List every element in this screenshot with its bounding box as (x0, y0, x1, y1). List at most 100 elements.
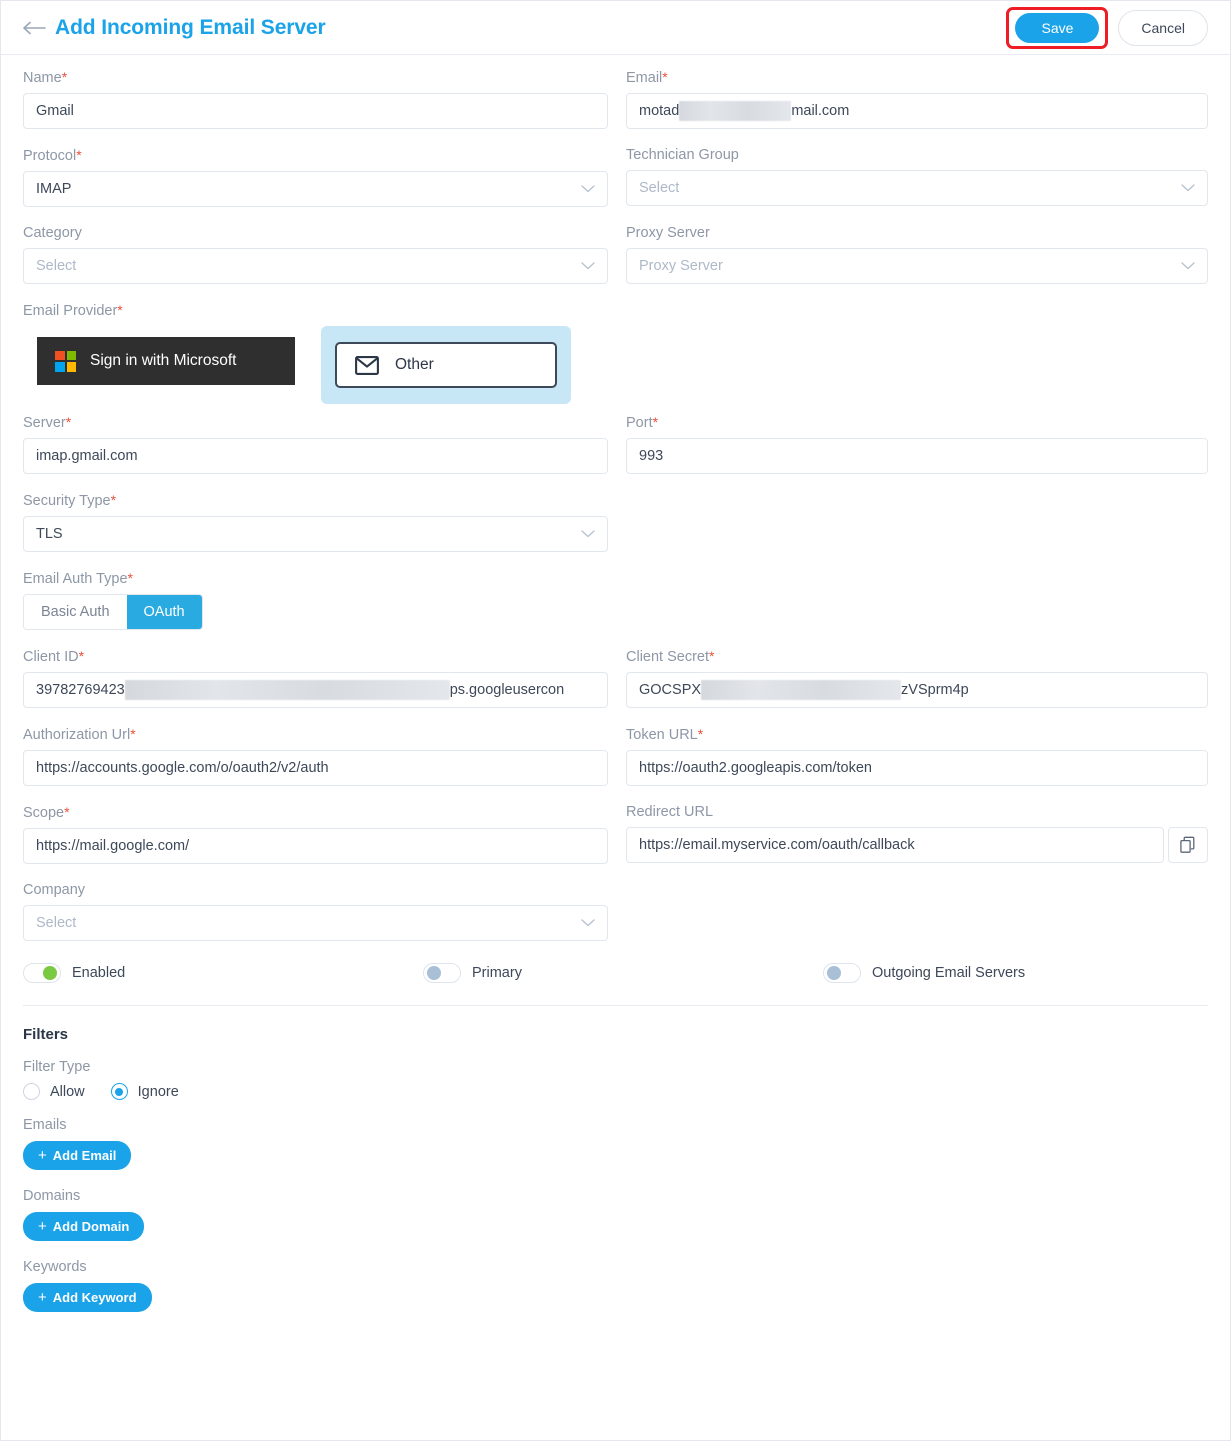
toggle-primary[interactable]: Primary (423, 963, 823, 983)
filter-type-label: Filter Type (23, 1059, 91, 1075)
domains-block: Domains + Add Domain (23, 1188, 1208, 1241)
keywords-label: Keywords (23, 1259, 87, 1275)
toggle-row: Enabled Primary Outgoing Email Servers (23, 963, 1208, 983)
field-client-secret: Client Secret* GOCSPX zVSprm4p (626, 648, 1208, 708)
technician-group-select[interactable]: Select (626, 170, 1208, 206)
token-url-input[interactable]: https://oauth2.googleapis.com/token (626, 750, 1208, 786)
microsoft-button-label: Sign in with Microsoft (90, 352, 237, 369)
toggle-enabled-switch[interactable] (23, 963, 61, 983)
email-auth-type-label: Email Auth Type* (23, 570, 133, 587)
company-label: Company (23, 882, 86, 898)
add-email-button[interactable]: + Add Email (23, 1141, 132, 1170)
chevron-down-icon (581, 530, 595, 538)
scope-input[interactable]: https://mail.google.com/ (23, 828, 608, 864)
field-protocol: Protocol* IMAP (23, 147, 608, 207)
email-label: Email* (626, 69, 668, 86)
add-incoming-email-server-page: Add Incoming Email Server Save Cancel Na… (0, 0, 1231, 1441)
arrow-left-icon[interactable] (23, 18, 49, 38)
toggle-primary-switch[interactable] (423, 963, 461, 983)
field-email-auth-type: Email Auth Type* Basic Auth OAuth (23, 570, 608, 630)
company-placeholder: Select (36, 915, 77, 931)
server-input[interactable]: imap.gmail.com (23, 438, 608, 474)
field-technician-group: Technician Group Select (626, 147, 1208, 207)
security-type-label: Security Type* (23, 492, 117, 509)
field-email-provider: Email Provider* Sign in with Microsoft O… (23, 302, 1208, 404)
plus-icon: + (38, 1147, 47, 1164)
category-select[interactable]: Select (23, 248, 608, 284)
redirect-url-value: https://email.myservice.com/oauth/callba… (639, 837, 915, 853)
copy-icon[interactable] (1168, 827, 1208, 863)
technician-group-label: Technician Group (626, 147, 739, 163)
keywords-block: Keywords + Add Keyword (23, 1259, 1208, 1312)
toggle-primary-label: Primary (472, 965, 522, 981)
save-button[interactable]: Save (1015, 12, 1100, 43)
client-id-input[interactable]: 39782769423 ps.googleusercon (23, 672, 608, 708)
tab-oauth[interactable]: OAuth (126, 595, 202, 629)
security-type-select[interactable]: TLS (23, 516, 608, 552)
add-domain-label: Add Domain (52, 1219, 130, 1234)
form-grid: Name* Gmail Email* motad mail.com Protoc… (23, 69, 1208, 959)
toggle-outgoing-email-servers[interactable]: Outgoing Email Servers (823, 963, 1025, 983)
form-body: Name* Gmail Email* motad mail.com Protoc… (1, 55, 1230, 1312)
other-provider-button[interactable]: Other (335, 342, 557, 388)
radio-ignore[interactable]: Ignore (110, 1083, 179, 1100)
filters-section: Filters Filter Type Allow Ignore Emails (23, 1026, 1208, 1312)
client-secret-redacted-mask (701, 680, 902, 700)
envelope-icon (355, 355, 379, 375)
filter-type-radio-group: Allow Ignore (23, 1083, 1208, 1100)
add-keyword-button[interactable]: + Add Keyword (23, 1283, 152, 1312)
category-label: Category (23, 225, 82, 241)
toggle-enabled[interactable]: Enabled (23, 963, 423, 983)
add-email-label: Add Email (52, 1148, 117, 1163)
redirect-url-input[interactable]: https://email.myservice.com/oauth/callba… (626, 827, 1164, 863)
domains-label: Domains (23, 1188, 81, 1204)
protocol-value: IMAP (36, 181, 72, 197)
protocol-label: Protocol* (23, 147, 82, 164)
name-input[interactable]: Gmail (23, 93, 608, 129)
radio-allow[interactable]: Allow (23, 1083, 85, 1100)
port-input[interactable]: 993 (626, 438, 1208, 474)
proxy-server-select[interactable]: Proxy Server (626, 248, 1208, 284)
field-client-id: Client ID* 39782769423 ps.googleusercon (23, 648, 608, 708)
port-value: 993 (639, 448, 664, 464)
authorization-url-input[interactable]: https://accounts.google.com/o/oauth2/v2/… (23, 750, 608, 786)
protocol-select[interactable]: IMAP (23, 171, 608, 207)
proxy-server-label: Proxy Server (626, 225, 710, 241)
field-port: Port* 993 (626, 414, 1208, 474)
email-auth-type-segmented: Basic Auth OAuth (23, 594, 203, 630)
other-provider-label: Other (395, 356, 434, 373)
proxy-server-placeholder: Proxy Server (639, 258, 723, 274)
field-scope: Scope* https://mail.google.com/ (23, 804, 608, 864)
company-select[interactable]: Select (23, 905, 608, 941)
client-secret-label: Client Secret* (626, 648, 715, 665)
email-provider-options: Sign in with Microsoft Other (23, 326, 1208, 404)
field-email: Email* motad mail.com (626, 69, 1208, 129)
other-provider-selected-wrapper: Other (321, 326, 571, 404)
tab-basic-auth[interactable]: Basic Auth (24, 595, 127, 629)
category-placeholder: Select (36, 258, 77, 274)
email-input[interactable]: motad mail.com (626, 93, 1208, 129)
field-company: Company Select (23, 882, 608, 941)
field-proxy-server: Proxy Server Proxy Server (626, 225, 1208, 284)
radio-ignore-control[interactable] (110, 1083, 128, 1100)
client-id-label: Client ID* (23, 648, 85, 665)
plus-icon: + (38, 1289, 47, 1306)
field-token-url: Token URL* https://oauth2.googleapis.com… (626, 726, 1208, 786)
cancel-button[interactable]: Cancel (1118, 9, 1208, 46)
microsoft-logo-icon (55, 350, 76, 372)
toggle-outgoing-email-servers-switch[interactable] (823, 963, 861, 983)
client-secret-input[interactable]: GOCSPX zVSprm4p (626, 672, 1208, 708)
plus-icon: + (38, 1218, 47, 1235)
toggle-outgoing-email-servers-label: Outgoing Email Servers (872, 965, 1026, 981)
client-secret-value-prefix: GOCSPX (639, 682, 702, 698)
radio-allow-label: Allow (50, 1083, 85, 1100)
radio-allow-control[interactable] (23, 1083, 40, 1100)
client-id-value-suffix: ps.googleusercon (449, 682, 565, 698)
chevron-down-icon (581, 919, 595, 927)
page-title: Add Incoming Email Server (55, 15, 326, 39)
sign-in-with-microsoft-button[interactable]: Sign in with Microsoft (37, 337, 295, 385)
add-domain-button[interactable]: + Add Domain (23, 1212, 145, 1241)
chevron-down-icon (581, 262, 595, 270)
chevron-down-icon (581, 185, 595, 193)
